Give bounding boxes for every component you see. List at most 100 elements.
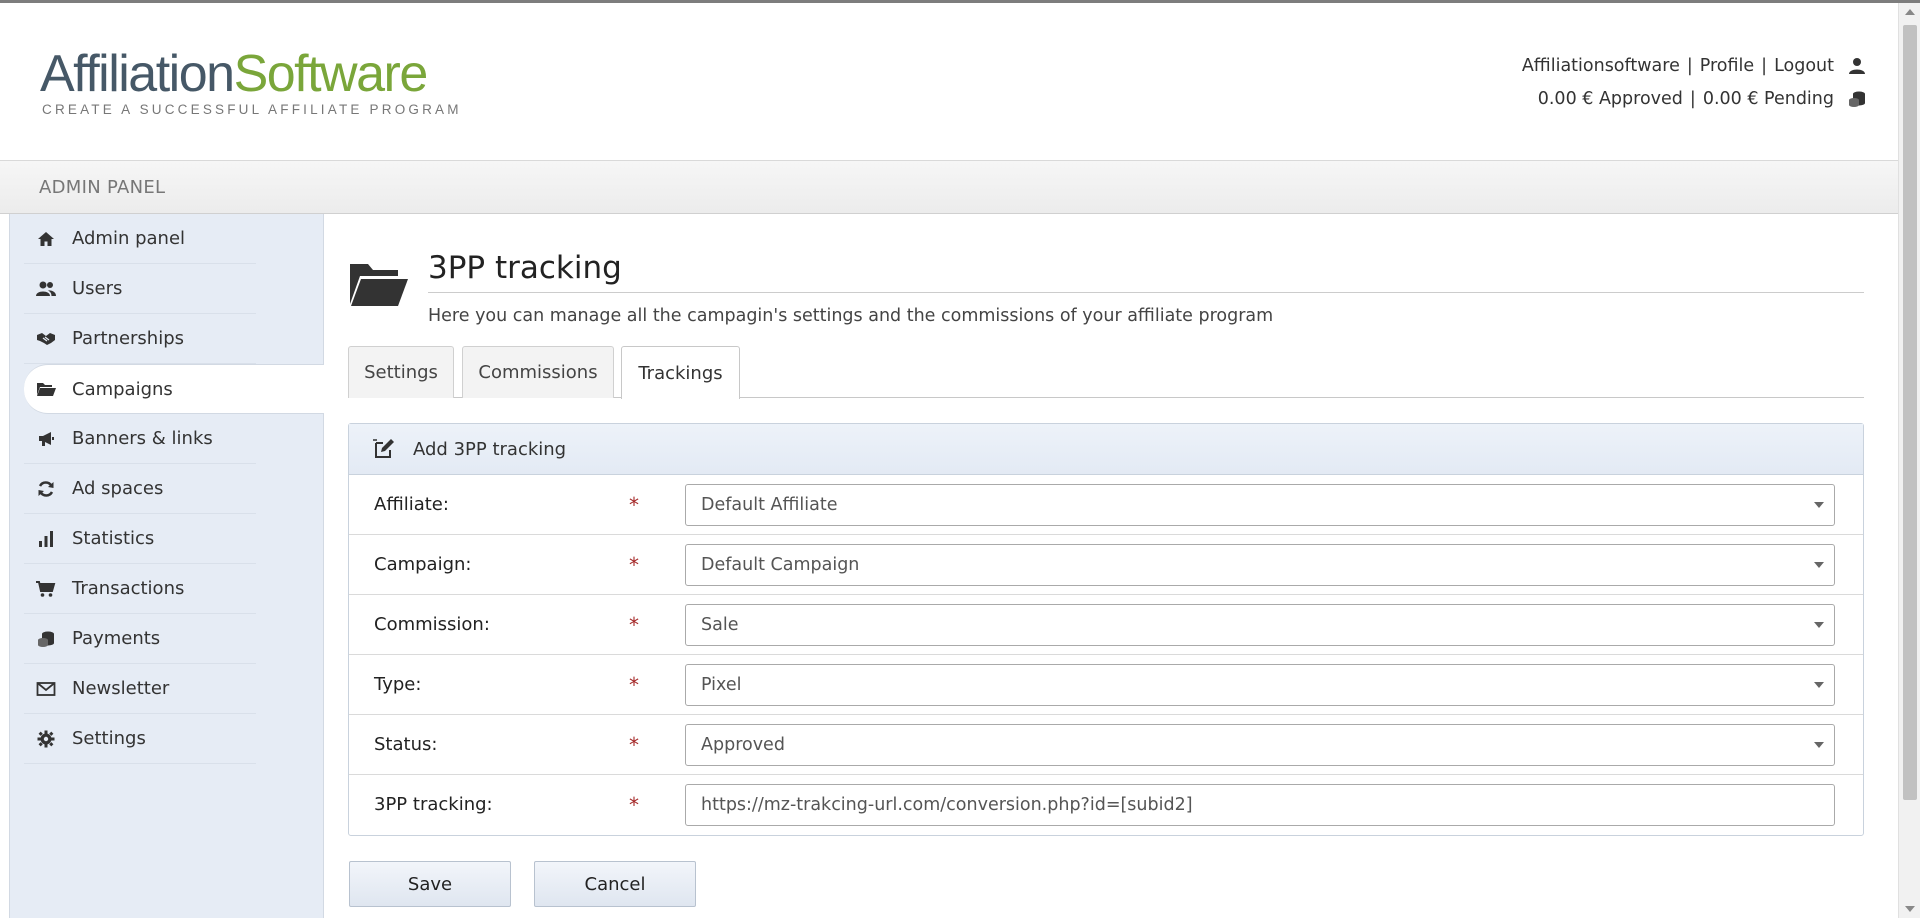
tab-settings[interactable]: Settings <box>348 346 454 398</box>
chevron-down-icon <box>1814 562 1824 568</box>
folder-open-icon <box>348 260 408 310</box>
bar-chart-icon <box>36 529 56 549</box>
gear-icon <box>36 729 56 749</box>
logout-link[interactable]: Logout <box>1774 56 1834 76</box>
type-select[interactable]: Pixel <box>685 664 1835 706</box>
form-row-commission: Commission: * Sale <box>349 595 1863 655</box>
user-icon[interactable] <box>1848 57 1866 75</box>
tracking-url-value: https://mz-trakcing-url.com/conversion.p… <box>701 795 1193 815</box>
separator: | <box>1761 55 1768 76</box>
add-tracking-panel: Add 3PP tracking Affiliate: * Default Af… <box>348 423 1864 836</box>
site-header: AffiliationSoftware CREATE A SUCCESSFUL … <box>0 3 1898 160</box>
form-row-status: Status: * Approved <box>349 715 1863 775</box>
panel-title: Add 3PP tracking <box>413 438 567 460</box>
required-mark: * <box>629 733 639 757</box>
users-icon <box>36 279 56 299</box>
sidebar-item-campaigns[interactable]: Campaigns <box>24 364 325 414</box>
refresh-icon <box>36 479 56 499</box>
chevron-down-icon <box>1814 502 1824 508</box>
admin-panel-band: ADMIN PANEL <box>0 160 1898 214</box>
save-button[interactable]: Save <box>349 861 511 907</box>
logo-wordmark: AffiliationSoftware <box>40 48 462 100</box>
sidebar-item-ad-spaces[interactable]: Ad spaces <box>24 464 256 514</box>
envelope-icon <box>36 679 56 699</box>
coins-icon <box>36 629 56 649</box>
profile-link[interactable]: Profile <box>1700 56 1754 76</box>
commission-label: Commission: <box>374 614 490 635</box>
form-row-type: Type: * Pixel <box>349 655 1863 715</box>
commission-select-value: Sale <box>701 615 739 635</box>
required-mark: * <box>629 793 639 817</box>
campaign-select[interactable]: Default Campaign <box>685 544 1835 586</box>
affiliate-select[interactable]: Default Affiliate <box>685 484 1835 526</box>
required-mark: * <box>629 613 639 637</box>
sidebar-item-users[interactable]: Users <box>24 264 256 314</box>
logo-tagline: CREATE A SUCCESSFUL AFFILIATE PROGRAM <box>42 102 462 117</box>
scroll-up-arrow-icon[interactable] <box>1905 9 1915 15</box>
page-description: Here you can manage all the campagin's s… <box>428 306 1274 326</box>
commission-select[interactable]: Sale <box>685 604 1835 646</box>
required-mark: * <box>629 493 639 517</box>
chevron-down-icon <box>1814 622 1824 628</box>
scroll-down-arrow-icon[interactable] <box>1905 906 1915 912</box>
status-select-value: Approved <box>701 735 785 755</box>
page-scrollbar[interactable] <box>1898 3 1920 918</box>
cart-icon <box>36 579 56 599</box>
user-links-row: Affiliationsoftware | Profile | Logout <box>1522 49 1866 82</box>
sidebar-item-newsletter[interactable]: Newsletter <box>24 664 256 714</box>
tab-trackings[interactable]: Trackings <box>621 346 740 399</box>
balance-row: 0.00 € Approved | 0.00 € Pending <box>1522 82 1866 115</box>
tracking-url-label: 3PP tracking: <box>374 794 493 815</box>
affiliate-label: Affiliate: <box>374 494 449 515</box>
required-mark: * <box>629 673 639 697</box>
edit-icon <box>373 438 395 460</box>
sidebar-item-statistics[interactable]: Statistics <box>24 514 256 564</box>
admin-panel-heading: ADMIN PANEL <box>39 177 166 198</box>
separator: | <box>1689 88 1696 109</box>
main-content: 3PP tracking Here you can manage all the… <box>324 214 1898 918</box>
chevron-down-icon <box>1814 682 1824 688</box>
campaign-label: Campaign: <box>374 554 472 575</box>
sidebar-item-transactions[interactable]: Transactions <box>24 564 256 614</box>
chevron-down-icon <box>1814 742 1824 748</box>
folder-open-icon <box>36 379 56 399</box>
sidebar-item-settings[interactable]: Settings <box>24 714 256 764</box>
separator: | <box>1686 55 1693 76</box>
site-logo[interactable]: AffiliationSoftware CREATE A SUCCESSFUL … <box>40 48 462 117</box>
logo-part-software: Software <box>233 45 429 103</box>
sidebar-item-label: Banners & links <box>72 428 213 449</box>
page-title: 3PP tracking <box>428 250 1864 293</box>
sidebar-item-label: Newsletter <box>72 678 170 699</box>
sidebar-item-label: Campaigns <box>72 378 173 400</box>
sidebar-item-label: Payments <box>72 628 161 649</box>
pending-balance: 0.00 € Pending <box>1702 88 1834 109</box>
sidebar-item-partnerships[interactable]: Partnerships <box>24 314 256 364</box>
logo-part-affiliation: Affiliation <box>40 45 235 103</box>
affiliate-select-value: Default Affiliate <box>701 495 838 515</box>
tracking-url-input[interactable]: https://mz-trakcing-url.com/conversion.p… <box>685 784 1835 826</box>
campaign-select-value: Default Campaign <box>701 555 860 575</box>
sidebar-item-label: Transactions <box>72 578 185 599</box>
sidebar-item-label: Settings <box>72 728 146 749</box>
scrollbar-thumb[interactable] <box>1903 25 1917 800</box>
sidebar-item-label: Ad spaces <box>72 478 164 499</box>
status-select[interactable]: Approved <box>685 724 1835 766</box>
sidebar-item-label: Statistics <box>72 528 155 549</box>
tab-bar: Settings Commissions Trackings <box>348 346 1864 399</box>
status-label: Status: <box>374 734 438 755</box>
sidebar-item-banners-links[interactable]: Banners & links <box>24 414 256 464</box>
sidebar-item-label: Partnerships <box>72 328 185 349</box>
coins-icon <box>1848 90 1866 108</box>
panel-header: Add 3PP tracking <box>349 424 1863 475</box>
form-row-campaign: Campaign: * Default Campaign <box>349 535 1863 595</box>
handshake-icon <box>36 329 56 349</box>
form-row-3pp-tracking: 3PP tracking: * https://mz-trakcing-url.… <box>349 775 1863 835</box>
form-row-affiliate: Affiliate: * Default Affiliate <box>349 475 1863 535</box>
tab-commissions[interactable]: Commissions <box>462 346 614 398</box>
cancel-button[interactable]: Cancel <box>534 861 696 907</box>
username-link[interactable]: Affiliationsoftware <box>1522 56 1680 76</box>
type-label: Type: <box>374 674 422 695</box>
sidebar-item-label: Users <box>72 278 123 299</box>
sidebar-item-payments[interactable]: Payments <box>24 614 256 664</box>
sidebar-item-admin-panel[interactable]: Admin panel <box>24 214 256 264</box>
